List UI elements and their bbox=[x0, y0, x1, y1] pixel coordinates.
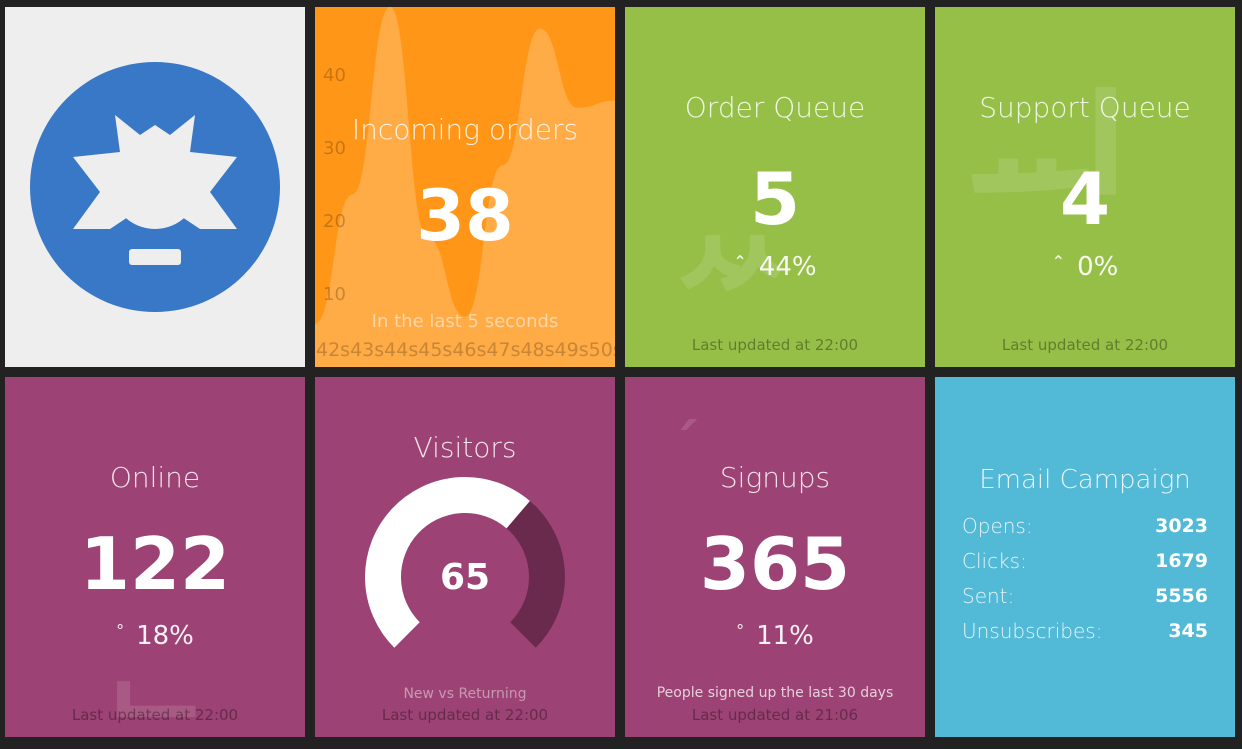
stat-value: 345 bbox=[1168, 620, 1208, 642]
x-axis: 42s 43s 44s 45s 46s 47s 48s 49s 50s bbox=[315, 339, 615, 361]
updated-at: Last updated at 22:00 bbox=[381, 706, 549, 724]
orders-value: 38 bbox=[416, 175, 514, 257]
tile-title: Incoming orders bbox=[351, 113, 579, 146]
updated-at: Last updated at 22:00 bbox=[71, 706, 239, 724]
list-item: Opens: 3023 bbox=[962, 513, 1208, 548]
stat-value: 1679 bbox=[1155, 550, 1208, 572]
arrow-up-icon: ⌃ bbox=[733, 252, 747, 271]
x-tick-label: 45s bbox=[418, 339, 453, 361]
x-tick-label: 48s bbox=[520, 339, 555, 361]
x-tick-label: 46s bbox=[452, 339, 487, 361]
gauge-value: 65 bbox=[439, 557, 491, 598]
x-tick-label: 50s bbox=[588, 339, 615, 361]
change-rate: ° 18% bbox=[5, 621, 305, 651]
change-rate: ⌃ 44% bbox=[625, 252, 925, 282]
list-item: Sent: 5556 bbox=[962, 583, 1208, 618]
online-tile[interactable]: ᆫ Online 122 ° 18% Last updated at 22:00 bbox=[5, 377, 305, 737]
tile-title: Order Queue bbox=[684, 91, 866, 124]
x-tick-label: 44s bbox=[384, 339, 419, 361]
list-item: Unsubscribes: 345 bbox=[962, 618, 1208, 653]
email-campaign-tile[interactable]: Email Campaign Opens: 3023 Clicks: 1679 Se… bbox=[935, 377, 1235, 737]
more-info: People signed up the last 30 days bbox=[656, 685, 894, 701]
updated-at: Last updated at 21:06 bbox=[691, 706, 859, 724]
support-queue-value: 4 bbox=[1059, 157, 1111, 241]
signups-tile[interactable]: ´ Signups 365 ° 11% People signed up the … bbox=[625, 377, 925, 737]
order-queue-value: 5 bbox=[749, 157, 801, 241]
x-tick-label: 49s bbox=[554, 339, 589, 361]
change-value: 11% bbox=[756, 621, 814, 651]
y-tick-label: 10 bbox=[323, 284, 346, 305]
x-tick-label: 47s bbox=[486, 339, 521, 361]
updated-at: Last updated at 22:00 bbox=[1001, 336, 1169, 354]
email-stats-list: Opens: 3023 Clicks: 1679 Sent: 5556 Unsubsc… bbox=[962, 513, 1208, 653]
online-value: 122 bbox=[79, 522, 231, 606]
more-info: In the last 5 seconds bbox=[371, 311, 559, 332]
change-value: 0% bbox=[1077, 252, 1119, 282]
change-value: 18% bbox=[136, 621, 194, 651]
support-queue-tile[interactable]: ᆈ Support Queue 4 ⌃ 0% Last updated at 22… bbox=[935, 7, 1235, 367]
updated-at: Last updated at 22:00 bbox=[691, 336, 859, 354]
order-queue-tile[interactable]: ᄽ Order Queue 5 ⌃ 44% Last updated at 22:… bbox=[625, 7, 925, 367]
stat-value: 5556 bbox=[1155, 585, 1208, 607]
stat-label: Opens: bbox=[962, 514, 1033, 538]
x-tick-label: 43s bbox=[350, 339, 385, 361]
stat-value: 3023 bbox=[1155, 515, 1208, 537]
lightbulb-sun-icon bbox=[30, 62, 280, 312]
signups-value: 365 bbox=[699, 522, 851, 606]
logo-tile bbox=[5, 7, 305, 367]
y-tick-label: 40 bbox=[323, 65, 346, 86]
arrow-up-icon: ⌃ bbox=[1051, 252, 1066, 271]
tile-title: Email Campaign bbox=[979, 465, 1191, 495]
tile-title: Support Queue bbox=[979, 91, 1191, 124]
stat-label: Clicks: bbox=[962, 549, 1027, 573]
arrow-down-icon: ° bbox=[116, 621, 125, 640]
change-value: 44% bbox=[758, 252, 817, 282]
stat-label: Sent: bbox=[962, 584, 1015, 608]
change-rate: ⌃ 0% bbox=[935, 252, 1235, 282]
list-item: Clicks: 1679 bbox=[962, 548, 1208, 583]
visitors-tile[interactable]: Visitors 65 New vs Returning Last update… bbox=[315, 377, 615, 737]
tile-title: Signups bbox=[719, 461, 831, 494]
tile-title: Online bbox=[109, 461, 201, 494]
stat-label: Unsubscribes: bbox=[962, 619, 1103, 643]
x-tick-label: 42s bbox=[316, 339, 351, 361]
more-info: New vs Returning bbox=[403, 686, 527, 702]
incoming-orders-tile[interactable]: 40 30 20 10 Incoming orders 38 In the la… bbox=[315, 7, 615, 367]
arrow-down-icon: ° bbox=[736, 621, 745, 640]
change-rate: ° 11% bbox=[625, 621, 925, 651]
